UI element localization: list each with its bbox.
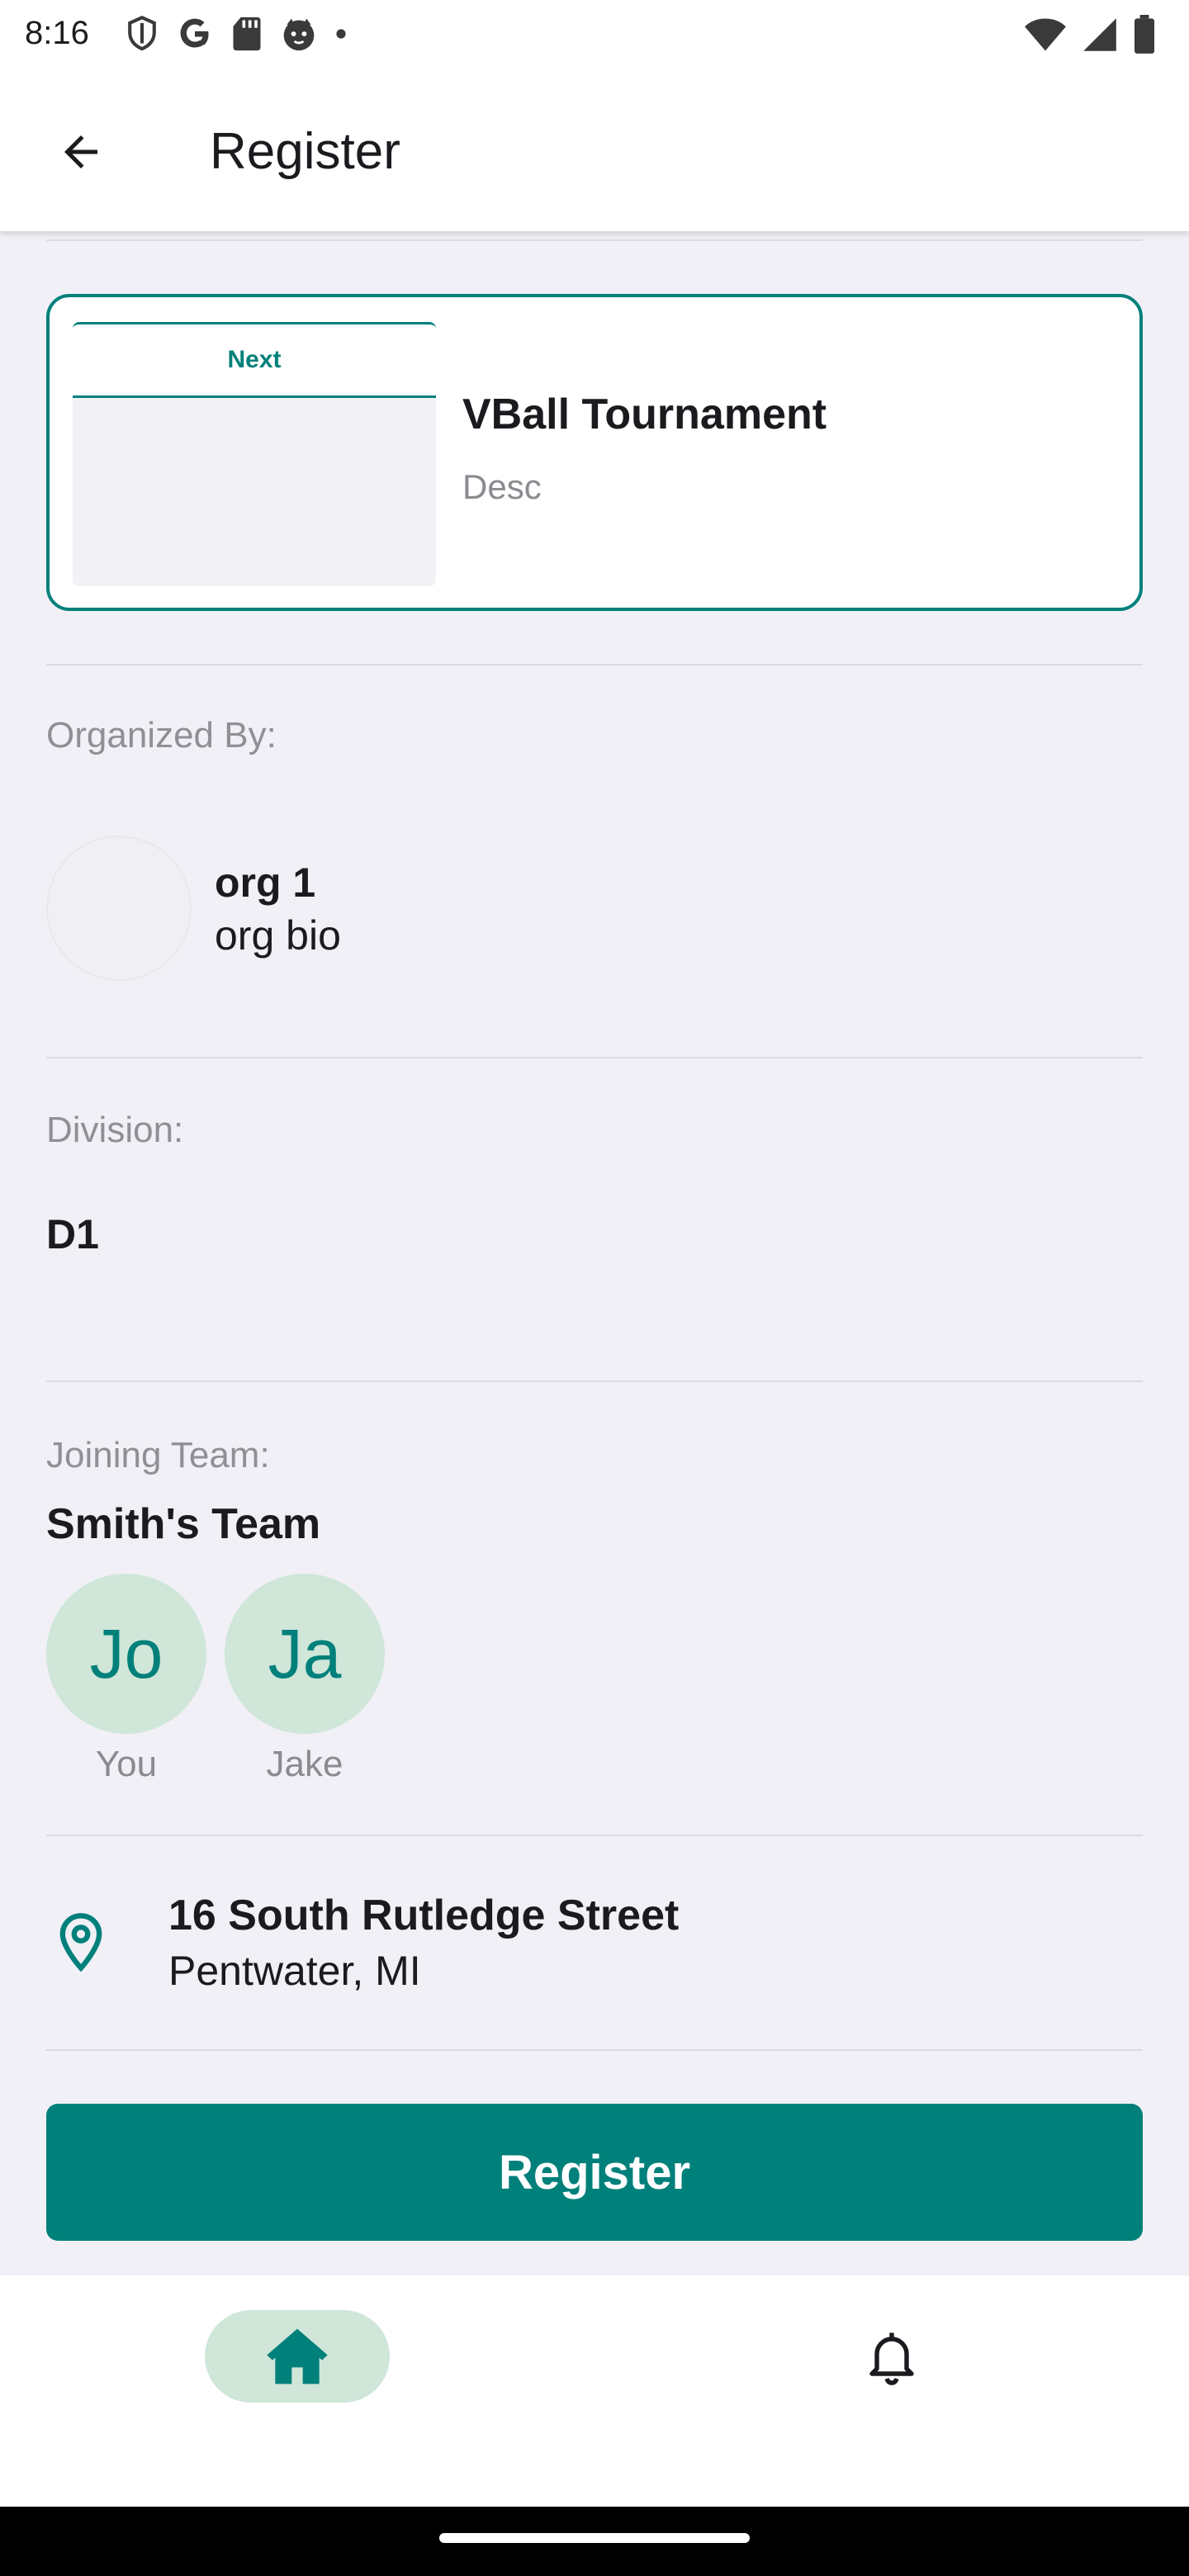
bottom-navigation	[0, 2275, 1189, 2507]
organizer-avatar[interactable]	[46, 836, 192, 981]
divider	[46, 239, 1143, 241]
divider	[46, 664, 1143, 665]
status-time: 8:16	[25, 15, 89, 51]
team-member[interactable]: Jo You	[46, 1574, 206, 1785]
address-street[interactable]: 16 South Rutledge Street	[168, 1891, 679, 1940]
thumbnail-tab: Next	[73, 322, 436, 398]
event-name: VBall Tournament	[462, 391, 827, 438]
team-member[interactable]: Ja Jake	[225, 1574, 385, 1785]
divider	[46, 1380, 1143, 1382]
organizer-bio: org bio	[215, 912, 341, 959]
status-icons-left	[126, 15, 347, 53]
shield-icon	[128, 16, 156, 51]
home-gesture-handle[interactable]	[439, 2533, 750, 2543]
page-title: Register	[210, 123, 400, 180]
event-card[interactable]: Next VBall Tournament Desc	[46, 294, 1143, 611]
app-bar: Register	[0, 73, 1189, 231]
cat-face-icon	[283, 18, 315, 51]
team-name: Smith's Team	[46, 1500, 321, 1548]
divider	[46, 2049, 1143, 2051]
member-avatar: Jo	[46, 1574, 206, 1734]
back-button[interactable]	[40, 111, 122, 193]
wifi-icon	[1025, 18, 1066, 51]
nav-notifications-button[interactable]	[846, 2310, 938, 2403]
register-button[interactable]: Register	[46, 2104, 1143, 2241]
member-name: You	[95, 1744, 158, 1784]
nav-home-button[interactable]	[205, 2310, 390, 2403]
event-thumbnail: Next	[73, 322, 436, 586]
gesture-bar	[0, 2507, 1189, 2576]
organizer-name[interactable]: org 1	[215, 859, 315, 907]
battery-icon	[1135, 15, 1154, 54]
event-description: Desc	[462, 467, 542, 506]
divider	[46, 1835, 1143, 1836]
arrow-left-icon	[64, 135, 97, 168]
member-avatar: Ja	[225, 1574, 385, 1734]
division-value: D1	[46, 1211, 99, 1257]
location-pin-icon[interactable]	[50, 1911, 112, 1973]
signal-icon	[1083, 18, 1116, 51]
dot-icon	[336, 29, 346, 39]
google-icon	[180, 18, 209, 48]
thumbnail-tab-label: Next	[227, 346, 282, 373]
address-city: Pentwater, MI	[168, 1948, 421, 1994]
bell-icon	[869, 2332, 914, 2385]
member-name: Jake	[266, 1744, 343, 1784]
division-label: Division:	[46, 1110, 184, 1150]
home-icon	[267, 2328, 328, 2384]
team-label: Joining Team:	[46, 1435, 270, 1475]
sd-card-icon	[233, 17, 261, 51]
divider	[46, 1057, 1143, 1058]
status-icons-right	[1024, 15, 1156, 54]
organizer-label: Organized By:	[46, 715, 277, 755]
status-bar: 8:16	[0, 0, 1189, 73]
